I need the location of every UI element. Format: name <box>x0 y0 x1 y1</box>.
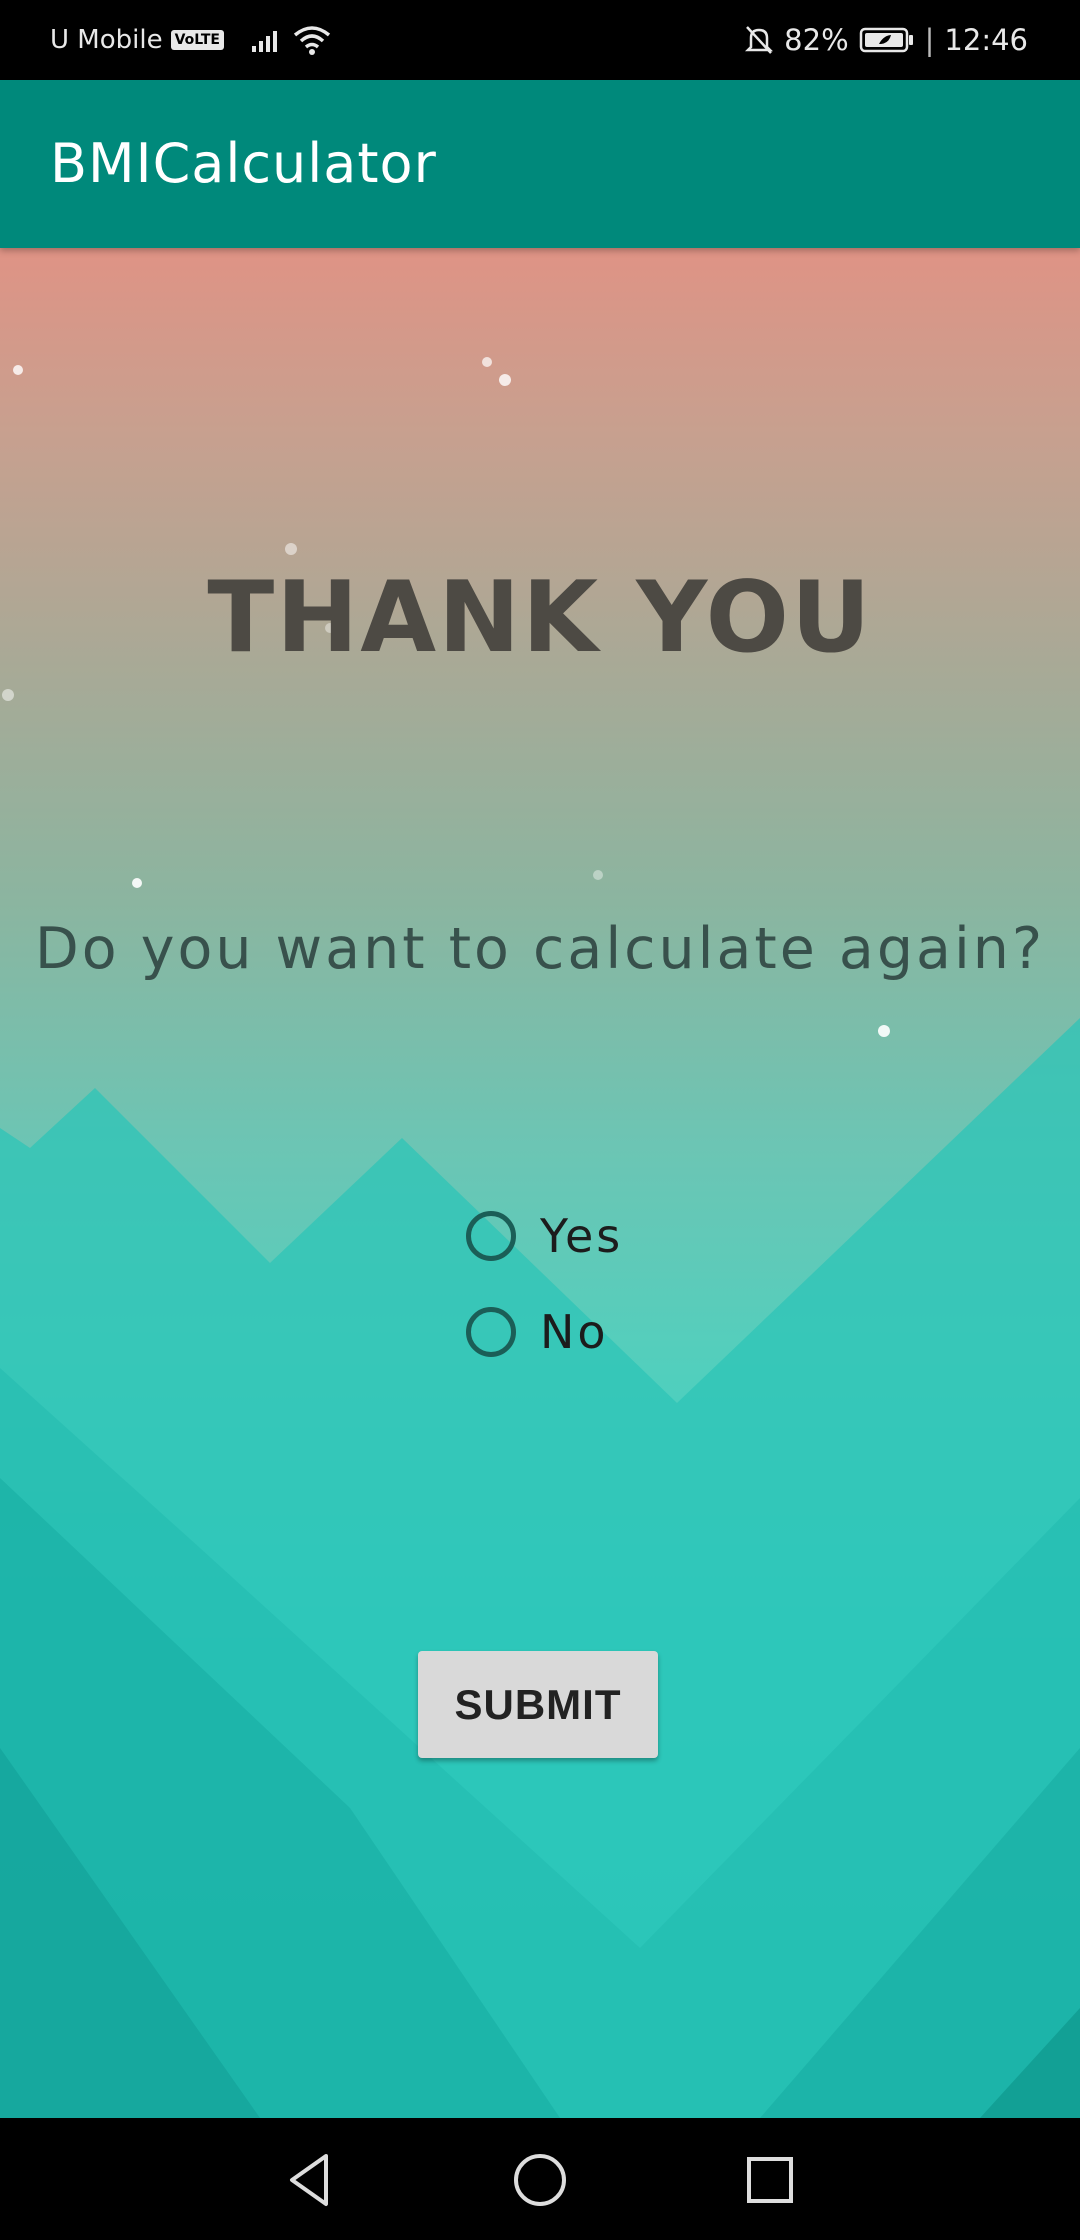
bell-off-icon <box>745 26 774 54</box>
main-content: THANK YOU Do you want to calculate again… <box>0 248 1080 2118</box>
recents-icon[interactable] <box>738 2148 802 2212</box>
wifi-icon <box>293 26 331 55</box>
status-bar: U Mobile VoLTE 82% | 12:46 <box>0 0 1080 80</box>
navigation-bar <box>0 2118 1080 2240</box>
thank-you-heading: THANK YOU <box>207 561 873 675</box>
home-icon[interactable] <box>508 2148 572 2212</box>
volte-badge: VoLTE <box>170 30 224 50</box>
signal-icon <box>252 31 277 52</box>
battery-icon <box>859 27 913 53</box>
clock: 12:46 <box>944 23 1028 57</box>
calculate-again-question: Do you want to calculate again? <box>34 916 1046 982</box>
back-icon[interactable] <box>278 2148 342 2212</box>
submit-button[interactable]: SUBMIT <box>418 1651 658 1758</box>
status-bar-left: U Mobile VoLTE <box>50 22 332 58</box>
status-bar-right: 82% | 12:46 <box>734 22 1028 58</box>
radio-button-no[interactable] <box>466 1307 516 1357</box>
time-separator: | <box>924 23 935 57</box>
app-bar: BMICalculator <box>0 80 1080 248</box>
mountain-background <box>0 357 1080 2118</box>
radio-option-no[interactable]: No <box>466 1300 609 1364</box>
app-title: BMICalculator <box>50 132 437 195</box>
battery-percent: 82% <box>784 23 849 57</box>
radio-label-yes: Yes <box>540 1209 624 1263</box>
radio-option-yes[interactable]: Yes <box>466 1204 623 1268</box>
radio-label-no: No <box>540 1305 609 1359</box>
carrier-name: U Mobile <box>50 25 163 55</box>
radio-button-yes[interactable] <box>466 1211 516 1261</box>
